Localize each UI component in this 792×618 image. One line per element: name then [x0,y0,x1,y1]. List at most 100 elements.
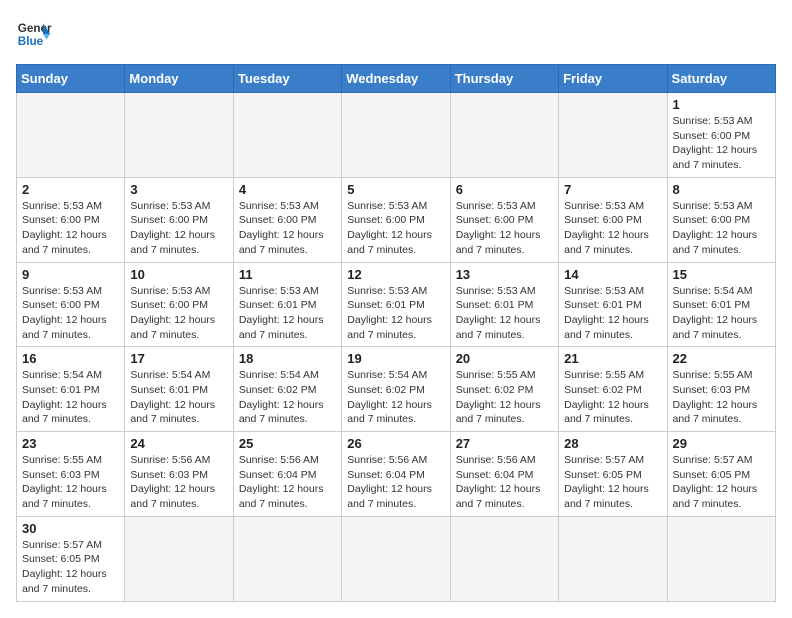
day-info: Sunrise: 5:53 AM Sunset: 6:00 PM Dayligh… [347,199,444,258]
day-info: Sunrise: 5:57 AM Sunset: 6:05 PM Dayligh… [564,453,661,512]
calendar-week-row: 2 Sunrise: 5:53 AM Sunset: 6:00 PM Daylig… [17,177,776,262]
day-number: 2 [22,182,119,197]
calendar-day-cell: 12 Sunrise: 5:53 AM Sunset: 6:01 PM Dayli… [342,262,450,347]
day-info: Sunrise: 5:53 AM Sunset: 6:01 PM Dayligh… [239,284,336,343]
page-header: General Blue [16,16,776,52]
calendar-day-cell [450,93,558,178]
day-number: 7 [564,182,661,197]
day-info: Sunrise: 5:55 AM Sunset: 6:02 PM Dayligh… [564,368,661,427]
calendar-day-cell: 15 Sunrise: 5:54 AM Sunset: 6:01 PM Dayli… [667,262,775,347]
day-number: 5 [347,182,444,197]
calendar-day-cell: 14Sunrise: 5:53 AM Sunset: 6:01 PM Dayli… [559,262,667,347]
day-info: Sunrise: 5:57 AM Sunset: 6:05 PM Dayligh… [673,453,770,512]
calendar-day-cell: 5 Sunrise: 5:53 AM Sunset: 6:00 PM Daylig… [342,177,450,262]
calendar-day-cell [233,516,341,601]
day-number: 27 [456,436,553,451]
calendar-day-cell [125,516,233,601]
calendar-day-cell [125,93,233,178]
day-number: 28 [564,436,661,451]
calendar-week-row: 16 Sunrise: 5:54 AM Sunset: 6:01 PM Dayli… [17,347,776,432]
calendar-day-cell: 2 Sunrise: 5:53 AM Sunset: 6:00 PM Daylig… [17,177,125,262]
calendar-week-row: 1 Sunrise: 5:53 AM Sunset: 6:00 PM Daylig… [17,93,776,178]
calendar-day-cell: 21 Sunrise: 5:55 AM Sunset: 6:02 PM Dayli… [559,347,667,432]
weekday-header-saturday: Saturday [667,65,775,93]
day-info: Sunrise: 5:55 AM Sunset: 6:02 PM Dayligh… [456,368,553,427]
day-info: Sunrise: 5:56 AM Sunset: 6:04 PM Dayligh… [456,453,553,512]
day-info: Sunrise: 5:53 AM Sunset: 6:00 PM Dayligh… [673,199,770,258]
day-number: 20 [456,351,553,366]
calendar-day-cell: 29 Sunrise: 5:57 AM Sunset: 6:05 PM Dayli… [667,432,775,517]
day-number: 22 [673,351,770,366]
calendar-day-cell: 20 Sunrise: 5:55 AM Sunset: 6:02 PM Dayli… [450,347,558,432]
calendar-table: SundayMondayTuesdayWednesdayThursdayFrid… [16,64,776,602]
calendar-day-cell: 10 Sunrise: 5:53 AM Sunset: 6:00 PM Dayli… [125,262,233,347]
day-info: Sunrise: 5:53 AM Sunset: 6:00 PM Dayligh… [564,199,661,258]
day-info: Sunrise: 5:54 AM Sunset: 6:02 PM Dayligh… [347,368,444,427]
day-info: Sunrise: 5:53 AM Sunset: 6:00 PM Dayligh… [456,199,553,258]
day-number: 4 [239,182,336,197]
weekday-header-monday: Monday [125,65,233,93]
day-info: Sunrise: 5:53 AM Sunset: 6:00 PM Dayligh… [130,284,227,343]
day-number: 23 [22,436,119,451]
calendar-day-cell [450,516,558,601]
day-info: Sunrise: 5:56 AM Sunset: 6:04 PM Dayligh… [239,453,336,512]
day-number: 25 [239,436,336,451]
svg-text:Blue: Blue [18,35,44,48]
calendar-day-cell: 18Sunrise: 5:54 AM Sunset: 6:02 PM Dayli… [233,347,341,432]
calendar-day-cell: 19Sunrise: 5:54 AM Sunset: 6:02 PM Dayli… [342,347,450,432]
day-info: Sunrise: 5:56 AM Sunset: 6:03 PM Dayligh… [130,453,227,512]
day-number: 16 [22,351,119,366]
calendar-day-cell: 26Sunrise: 5:56 AM Sunset: 6:04 PM Dayli… [342,432,450,517]
day-number: 6 [456,182,553,197]
calendar-day-cell [559,516,667,601]
calendar-day-cell: 7 Sunrise: 5:53 AM Sunset: 6:00 PM Daylig… [559,177,667,262]
calendar-day-cell [233,93,341,178]
day-number: 21 [564,351,661,366]
day-number: 8 [673,182,770,197]
calendar-day-cell: 22Sunrise: 5:55 AM Sunset: 6:03 PM Dayli… [667,347,775,432]
calendar-day-cell: 16Sunrise: 5:54 AM Sunset: 6:01 PM Dayli… [17,347,125,432]
day-info: Sunrise: 5:57 AM Sunset: 6:05 PM Dayligh… [22,538,119,597]
day-number: 13 [456,267,553,282]
calendar-day-cell: 30Sunrise: 5:57 AM Sunset: 6:05 PM Dayli… [17,516,125,601]
day-number: 3 [130,182,227,197]
calendar-day-cell: 24Sunrise: 5:56 AM Sunset: 6:03 PM Dayli… [125,432,233,517]
calendar-header-row: SundayMondayTuesdayWednesdayThursdayFrid… [17,65,776,93]
weekday-header-sunday: Sunday [17,65,125,93]
day-number: 1 [673,97,770,112]
calendar-day-cell [559,93,667,178]
day-number: 12 [347,267,444,282]
calendar-day-cell [17,93,125,178]
day-number: 29 [673,436,770,451]
day-info: Sunrise: 5:53 AM Sunset: 6:00 PM Dayligh… [22,199,119,258]
day-number: 10 [130,267,227,282]
calendar-week-row: 30Sunrise: 5:57 AM Sunset: 6:05 PM Dayli… [17,516,776,601]
calendar-day-cell [342,93,450,178]
calendar-week-row: 9Sunrise: 5:53 AM Sunset: 6:00 PM Daylig… [17,262,776,347]
day-info: Sunrise: 5:54 AM Sunset: 6:01 PM Dayligh… [673,284,770,343]
calendar-day-cell: 17 Sunrise: 5:54 AM Sunset: 6:01 PM Dayli… [125,347,233,432]
calendar-day-cell: 3 Sunrise: 5:53 AM Sunset: 6:00 PM Daylig… [125,177,233,262]
logo: General Blue [16,16,52,52]
weekday-header-thursday: Thursday [450,65,558,93]
day-info: Sunrise: 5:54 AM Sunset: 6:01 PM Dayligh… [130,368,227,427]
day-number: 17 [130,351,227,366]
day-info: Sunrise: 5:53 AM Sunset: 6:00 PM Dayligh… [673,114,770,173]
day-info: Sunrise: 5:53 AM Sunset: 6:00 PM Dayligh… [130,199,227,258]
calendar-body: 1 Sunrise: 5:53 AM Sunset: 6:00 PM Daylig… [17,93,776,602]
calendar-day-cell: 4Sunrise: 5:53 AM Sunset: 6:00 PM Daylig… [233,177,341,262]
day-number: 15 [673,267,770,282]
weekday-header-wednesday: Wednesday [342,65,450,93]
calendar-day-cell: 1 Sunrise: 5:53 AM Sunset: 6:00 PM Daylig… [667,93,775,178]
weekday-header-tuesday: Tuesday [233,65,341,93]
calendar-day-cell: 23Sunrise: 5:55 AM Sunset: 6:03 PM Dayli… [17,432,125,517]
calendar-week-row: 23Sunrise: 5:55 AM Sunset: 6:03 PM Dayli… [17,432,776,517]
day-info: Sunrise: 5:53 AM Sunset: 6:00 PM Dayligh… [22,284,119,343]
calendar-day-cell [667,516,775,601]
day-number: 11 [239,267,336,282]
day-info: Sunrise: 5:53 AM Sunset: 6:01 PM Dayligh… [564,284,661,343]
calendar-day-cell: 9Sunrise: 5:53 AM Sunset: 6:00 PM Daylig… [17,262,125,347]
logo-icon: General Blue [16,16,52,52]
day-info: Sunrise: 5:53 AM Sunset: 6:01 PM Dayligh… [456,284,553,343]
day-info: Sunrise: 5:53 AM Sunset: 6:01 PM Dayligh… [347,284,444,343]
